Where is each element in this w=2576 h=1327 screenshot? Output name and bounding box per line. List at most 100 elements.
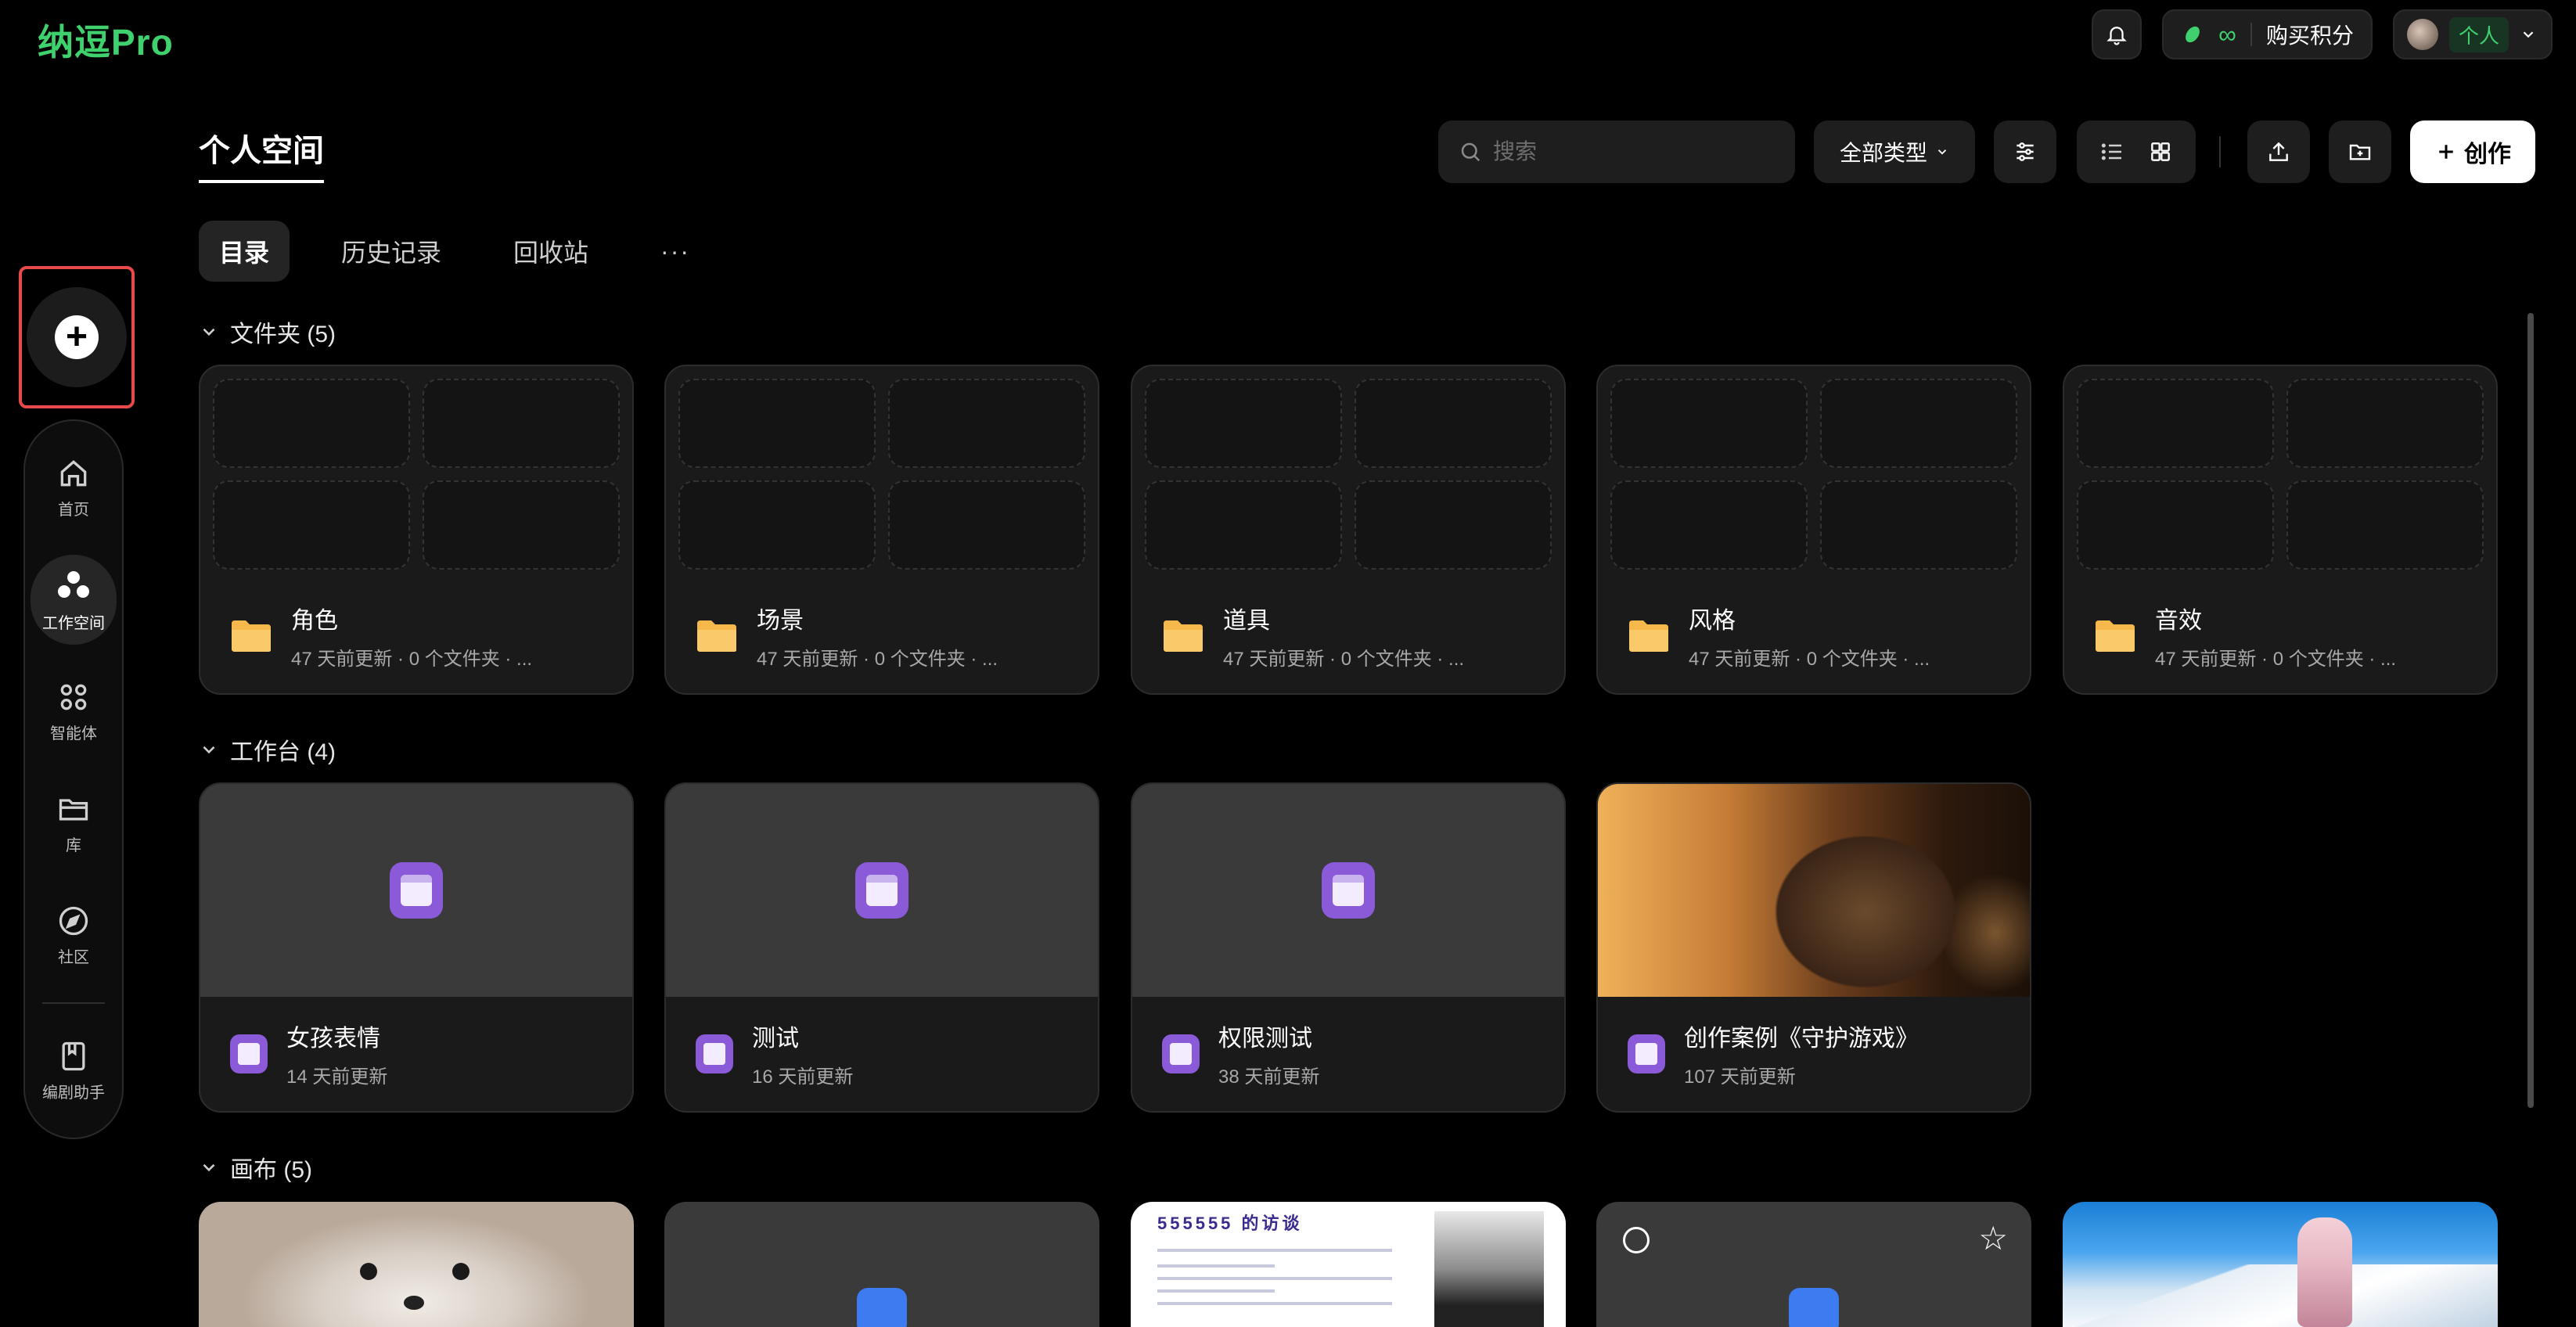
- create-fab-button[interactable]: +: [27, 287, 127, 387]
- doc-line: [1157, 1302, 1392, 1305]
- tab-history[interactable]: 历史记录: [321, 221, 462, 282]
- plus-icon: [2439, 145, 2453, 159]
- workspace-icon: [58, 571, 89, 599]
- sidebar-item-library[interactable]: 库: [31, 779, 117, 868]
- workbench-card[interactable]: 测试 16 天前更新: [664, 782, 1099, 1113]
- sidebar-item-community[interactable]: 社区: [31, 890, 117, 980]
- doc-line: [1157, 1277, 1392, 1280]
- folder-card[interactable]: 风格 47 天前更新 · 0 个文件夹 · ...: [1596, 365, 2031, 695]
- chevron-down-icon: [203, 328, 215, 336]
- sidebar-item-script-assistant[interactable]: 编剧助手: [31, 1026, 117, 1116]
- create-button-label: 创作: [2464, 142, 2511, 167]
- folder-icon: [232, 620, 271, 652]
- sidebar-item-label: 工作空间: [42, 615, 105, 633]
- thumbnail-placeholder: [1355, 480, 1552, 570]
- snow-mountain: [2063, 1264, 2498, 1327]
- workbench-meta: 权限测试 38 天前更新: [1162, 1019, 1319, 1088]
- scrollbar[interactable]: [2527, 313, 2534, 1108]
- canvas-app-icon: [1789, 1288, 1839, 1327]
- folder-card[interactable]: 场景 47 天前更新 · 0 个文件夹 · ...: [664, 365, 1099, 695]
- workbench-name: 测试: [752, 1026, 799, 1052]
- workbench-cover-photo: [1598, 784, 2030, 997]
- star-icon[interactable]: ☆: [1978, 1219, 2008, 1257]
- search-box[interactable]: [1438, 120, 1795, 183]
- view-toggle[interactable]: [2077, 120, 2196, 183]
- canvases-section-header[interactable]: 画布 (5): [199, 1150, 312, 1185]
- folder-name: 角色: [291, 608, 338, 634]
- user-menu[interactable]: 个人: [2392, 9, 2553, 59]
- canvas-card-blank[interactable]: [664, 1202, 1099, 1327]
- folder-thumbnails: [2077, 379, 2484, 570]
- workbench-meta: 女孩表情 14 天前更新: [230, 1019, 387, 1088]
- workbench-card[interactable]: 女孩表情 14 天前更新: [199, 782, 634, 1113]
- folder-card[interactable]: 音效 47 天前更新 · 0 个文件夹 · ...: [2063, 365, 2498, 695]
- tab-more[interactable]: ···: [640, 225, 711, 279]
- sidebar-divider: [42, 1002, 105, 1004]
- sidebar-item-home[interactable]: 首页: [31, 443, 117, 533]
- workbench-card[interactable]: 创作案例《守护游戏》 107 天前更新: [1596, 782, 2031, 1113]
- sidebar-item-workspace[interactable]: 工作空间: [31, 555, 117, 646]
- upload-button[interactable]: [2247, 120, 2310, 183]
- search-input[interactable]: [1493, 139, 1775, 164]
- chevron-down-icon: [1937, 149, 1947, 155]
- sidebar-item-label: 首页: [58, 502, 89, 519]
- bean-icon: [2186, 26, 2200, 43]
- canvases-section-title: 画布 (5): [230, 1157, 312, 1183]
- list-view-icon[interactable]: [2099, 139, 2124, 164]
- dog-eye: [360, 1263, 377, 1280]
- sidebar-item-agents[interactable]: 智能体: [31, 667, 117, 757]
- workbench-cover: [1132, 784, 1564, 997]
- folder-card[interactable]: 角色 47 天前更新 · 0 个文件夹 · ...: [199, 365, 634, 695]
- folder-meta: 角色 47 天前更新 · 0 个文件夹 · ...: [230, 601, 609, 671]
- sidebar-item-label: 智能体: [50, 725, 97, 743]
- workbench-app-icon: [1322, 862, 1375, 919]
- folder-meta-text: 47 天前更新 · 0 个文件夹 · ...: [1223, 649, 1465, 670]
- folder-meta-text: 47 天前更新 · 0 个文件夹 · ...: [1689, 649, 1930, 670]
- thumbnail-placeholder: [888, 480, 1085, 570]
- folder-plus-icon: [2349, 144, 2371, 160]
- canvas-card-selected[interactable]: ☆: [1596, 1202, 2031, 1327]
- create-fab-highlight: +: [19, 266, 135, 408]
- search-icon: [1461, 142, 1480, 162]
- create-button[interactable]: 创作: [2410, 120, 2535, 183]
- home-icon: [60, 460, 87, 487]
- folder-card[interactable]: 道具 47 天前更新 · 0 个文件夹 · ...: [1131, 365, 1566, 695]
- folder-thumbnails: [678, 379, 1085, 570]
- canvas-app-icon: [857, 1288, 907, 1327]
- notifications-button[interactable]: [2092, 9, 2142, 59]
- folder-meta-text: 47 天前更新 · 0 个文件夹 · ...: [757, 649, 998, 670]
- filter-settings-button[interactable]: [1994, 120, 2056, 183]
- sidebar-item-label: 社区: [58, 949, 89, 967]
- type-filter-value: 全部类型: [1839, 141, 1927, 165]
- folder-icon: [1164, 620, 1203, 652]
- script-assistant-icon: [62, 1041, 85, 1071]
- tab-recycle-bin[interactable]: 回收站: [493, 221, 609, 282]
- folder-meta: 音效 47 天前更新 · 0 个文件夹 · ...: [2094, 601, 2473, 671]
- canvas-card-dog[interactable]: [199, 1202, 634, 1327]
- top-right-toolbar: ∞ 购买积分 个人: [2092, 9, 2553, 59]
- workbenches-section-header[interactable]: 工作台 (4): [199, 732, 336, 767]
- thumbnail-placeholder: [1145, 379, 1342, 468]
- folders-section-header[interactable]: 文件夹 (5): [199, 315, 336, 349]
- new-folder-button[interactable]: [2329, 120, 2391, 183]
- sidebar-item-label: 库: [66, 837, 81, 855]
- workbench-type-icon: [1628, 1034, 1665, 1073]
- folder-meta: 场景 47 天前更新 · 0 个文件夹 · ...: [696, 601, 1074, 671]
- grid-view-icon[interactable]: [2148, 139, 2173, 164]
- workbench-updated: 14 天前更新: [286, 1066, 388, 1088]
- canvas-card-interview-doc[interactable]: 555555 的访谈: [1131, 1202, 1566, 1327]
- canvas-card-ski[interactable]: [2063, 1202, 2498, 1327]
- workbench-cover: [200, 784, 632, 997]
- points-widget[interactable]: ∞ 购买积分: [2162, 9, 2373, 59]
- app-logo[interactable]: 纳逗Pro: [38, 14, 174, 66]
- workbench-cover: [666, 784, 1098, 997]
- type-filter-dropdown[interactable]: 全部类型: [1814, 120, 1975, 183]
- thumbnail-placeholder: [213, 480, 410, 570]
- folder-name: 场景: [757, 608, 804, 634]
- sidebar: 首页 工作空间 智能体 库 社区 编剧助手: [23, 419, 124, 1139]
- workbench-card[interactable]: 权限测试 38 天前更新: [1131, 782, 1566, 1113]
- select-checkbox[interactable]: [1623, 1227, 1650, 1253]
- tab-directory[interactable]: 目录: [199, 221, 290, 282]
- thumbnail-placeholder: [1355, 379, 1552, 468]
- buy-points-button[interactable]: 购买积分: [2266, 19, 2354, 50]
